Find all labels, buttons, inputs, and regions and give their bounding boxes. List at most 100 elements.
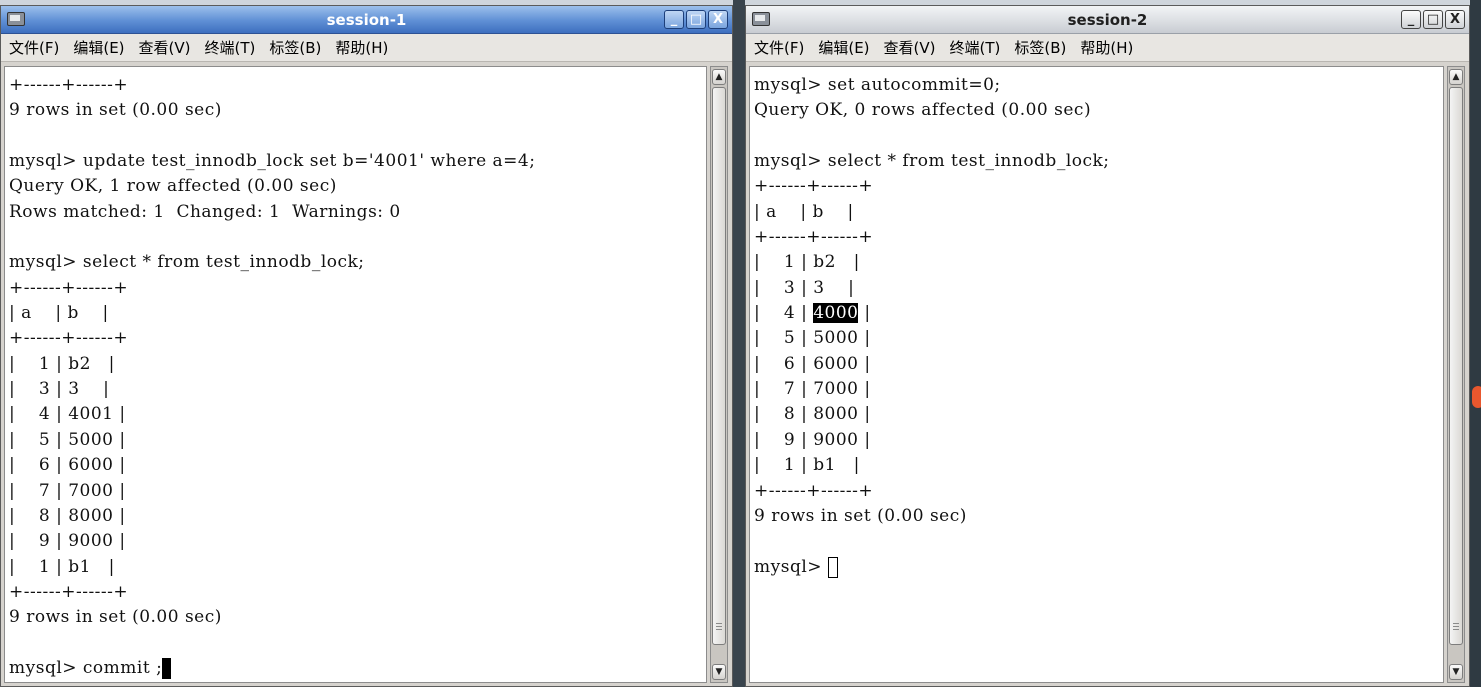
line-text: mysql> select * from test_innodb_lock; bbox=[9, 252, 365, 273]
line-text: | 4 | 4001 | bbox=[9, 404, 126, 425]
line-text: mysql> commit ; bbox=[9, 657, 163, 678]
vertical-scrollbar[interactable]: ▲ ▼ bbox=[1447, 66, 1465, 683]
terminal-line: | 5 | 5000 | bbox=[754, 326, 1443, 351]
terminal-window-session-2[interactable]: session-2 _ □ X 文件(F) 编辑(E) 查看(V) 终端(T) … bbox=[745, 5, 1470, 687]
terminal-lines: +------+------+ 9 rows in set (0.00 sec) m… bbox=[9, 73, 706, 681]
text-cursor bbox=[827, 556, 838, 578]
terminal-line: | 1 | b2 | bbox=[754, 250, 1443, 275]
window-title: session-2 bbox=[1067, 11, 1148, 29]
scroll-up-arrow-icon[interactable]: ▲ bbox=[1449, 69, 1463, 85]
menu-terminal[interactable]: 终端(T) bbox=[205, 37, 256, 58]
scroll-thumb[interactable] bbox=[1449, 87, 1463, 645]
line-text: +------+------+ bbox=[754, 480, 874, 501]
line-text: +------+------+ bbox=[9, 581, 129, 602]
desktop-indicator-icon bbox=[1472, 386, 1481, 408]
menu-file[interactable]: 文件(F) bbox=[9, 37, 59, 58]
window-title: session-1 bbox=[326, 11, 407, 29]
line-text: mysql> bbox=[754, 556, 828, 577]
terminal-line: +------+------+ bbox=[754, 479, 1443, 504]
menu-view[interactable]: 查看(V) bbox=[884, 37, 936, 58]
terminal-line: | 6 | 6000 | bbox=[754, 352, 1443, 377]
terminal-window-session-1[interactable]: session-1 _ □ X 文件(F) 编辑(E) 查看(V) 终端(T) … bbox=[0, 5, 733, 687]
line-text: Rows matched: 1 Changed: 1 Warnings: 0 bbox=[9, 201, 401, 222]
scroll-thumb[interactable] bbox=[712, 87, 726, 645]
maximize-button[interactable]: □ bbox=[686, 10, 706, 29]
line-text: | a | b | bbox=[754, 201, 854, 222]
grip-icon bbox=[716, 623, 722, 630]
line-text: | 7 | 7000 | bbox=[9, 480, 126, 501]
terminal-line: | a | b | bbox=[9, 301, 706, 326]
titlebar[interactable]: session-2 _ □ X bbox=[746, 6, 1469, 34]
menu-tabs[interactable]: 标签(B) bbox=[269, 37, 321, 58]
line-text: | 7 | 7000 | bbox=[754, 379, 871, 400]
line-text: | 3 | 3 | bbox=[754, 277, 855, 298]
scroll-up-arrow-icon[interactable]: ▲ bbox=[712, 69, 726, 85]
line-text: 9 rows in set (0.00 sec) bbox=[9, 607, 222, 628]
selected-text[interactable]: 4000 bbox=[813, 303, 859, 324]
terminal-line: | 3 | 3 | bbox=[9, 377, 706, 402]
desktop-gap bbox=[733, 0, 745, 687]
menu-view[interactable]: 查看(V) bbox=[139, 37, 191, 58]
window-controls: _ □ X bbox=[1401, 10, 1465, 30]
terminal-line: +------+------+ bbox=[754, 225, 1443, 250]
text-cursor bbox=[162, 657, 172, 679]
line-text: +------+------+ bbox=[754, 176, 874, 197]
terminal-line: mysql> select * from test_innodb_lock; bbox=[754, 149, 1443, 174]
terminal-line: +------+------+ bbox=[9, 326, 706, 351]
terminal-line: | 1 | b1 | bbox=[754, 453, 1443, 478]
menu-edit[interactable]: 编辑(E) bbox=[818, 37, 869, 58]
terminal-line: | 1 | b2 | bbox=[9, 352, 706, 377]
terminal-line: mysql> commit ; bbox=[9, 656, 706, 681]
terminal-line: | 1 | b1 | bbox=[9, 555, 706, 580]
terminal-line: mysql> set autocommit=0; bbox=[754, 73, 1443, 98]
line-text: mysql> select * from test_innodb_lock; bbox=[754, 151, 1110, 172]
minimize-button[interactable]: _ bbox=[664, 10, 684, 29]
terminal-line: 9 rows in set (0.00 sec) bbox=[9, 98, 706, 123]
maximize-button[interactable]: □ bbox=[1423, 10, 1443, 29]
line-text: | 1 | b1 | bbox=[9, 556, 115, 577]
line-text: mysql> update test_innodb_lock set b='40… bbox=[9, 151, 536, 172]
menu-edit[interactable]: 编辑(E) bbox=[73, 37, 124, 58]
menu-help[interactable]: 帮助(H) bbox=[1080, 37, 1133, 58]
minimize-button[interactable]: _ bbox=[1401, 10, 1421, 29]
line-text: | 9 | 9000 | bbox=[754, 429, 871, 450]
terminal-output[interactable]: mysql> set autocommit=0; Query OK, 0 rows… bbox=[749, 66, 1444, 683]
line-text: | a | b | bbox=[9, 303, 109, 324]
terminal-line: | 9 | 9000 | bbox=[754, 428, 1443, 453]
scroll-down-arrow-icon[interactable]: ▼ bbox=[712, 664, 726, 680]
line-text: | 6 | 6000 | bbox=[9, 455, 126, 476]
line-text: | 6 | 6000 | bbox=[754, 353, 871, 374]
menu-terminal[interactable]: 终端(T) bbox=[950, 37, 1001, 58]
line-text: +------+------+ bbox=[9, 328, 129, 349]
terminal-line: +------+------+ bbox=[9, 73, 706, 98]
terminal-line: | 9 | 9000 | bbox=[9, 529, 706, 554]
menu-file[interactable]: 文件(F) bbox=[754, 37, 804, 58]
line-text: 9 rows in set (0.00 sec) bbox=[9, 100, 222, 121]
desktop-right-edge bbox=[1470, 0, 1481, 687]
vertical-scrollbar[interactable]: ▲ ▼ bbox=[710, 66, 728, 683]
terminal-line: | 8 | 8000 | bbox=[9, 504, 706, 529]
terminal-line: mysql> select * from test_innodb_lock; bbox=[9, 250, 706, 275]
line-text: Query OK, 0 rows affected (0.00 sec) bbox=[754, 100, 1092, 121]
terminal-line: mysql> update test_innodb_lock set b='40… bbox=[9, 149, 706, 174]
menu-help[interactable]: 帮助(H) bbox=[335, 37, 388, 58]
line-text: | 3 | 3 | bbox=[9, 379, 110, 400]
line-text: +------+------+ bbox=[9, 75, 129, 95]
line-text: | 5 | 5000 | bbox=[9, 429, 126, 450]
line-text: | 5 | 5000 | bbox=[754, 328, 871, 349]
line-text: | 1 | b2 | bbox=[754, 252, 860, 273]
scroll-down-arrow-icon[interactable]: ▼ bbox=[1449, 664, 1463, 680]
terminal-output[interactable]: +------+------+ 9 rows in set (0.00 sec) m… bbox=[4, 66, 707, 683]
close-button[interactable]: X bbox=[1445, 10, 1465, 29]
line-text: | 1 | b2 | bbox=[9, 353, 115, 374]
terminal-line: | 7 | 7000 | bbox=[9, 479, 706, 504]
terminal-line: | 6 | 6000 | bbox=[9, 453, 706, 478]
close-button[interactable]: X bbox=[708, 10, 728, 29]
menu-tabs[interactable]: 标签(B) bbox=[1014, 37, 1066, 58]
terminal-line: Query OK, 1 row affected (0.00 sec) bbox=[9, 174, 706, 199]
line-text: | 4 | bbox=[754, 303, 814, 324]
terminal-line: 9 rows in set (0.00 sec) bbox=[9, 605, 706, 630]
titlebar[interactable]: session-1 _ □ X bbox=[1, 6, 732, 34]
